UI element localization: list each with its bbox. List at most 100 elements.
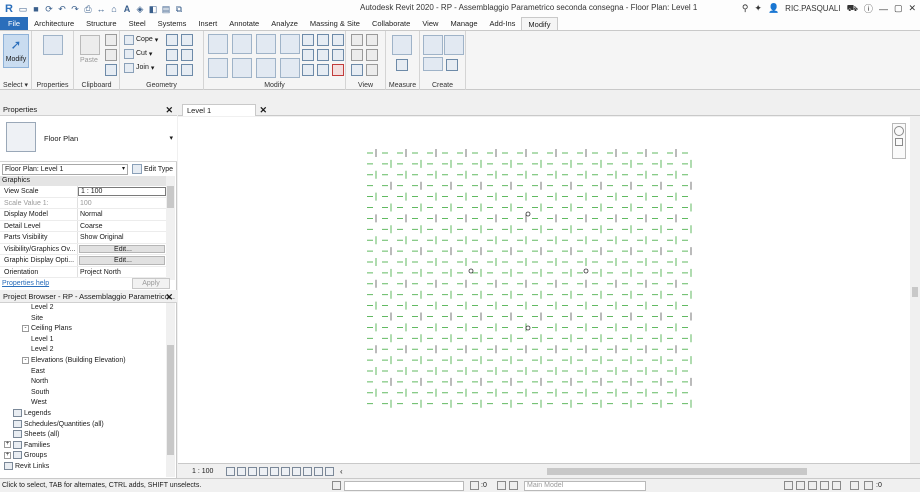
close-icon[interactable]: ✕ (165, 291, 173, 303)
revit-app-icon[interactable]: R (3, 3, 15, 15)
tree-node[interactable]: West (0, 398, 166, 409)
sync-icon[interactable]: ⟳ (44, 4, 54, 14)
section-icon[interactable]: ◧ (148, 4, 158, 14)
trim-multiple-icon[interactable] (317, 64, 329, 76)
visual-style-icon[interactable] (237, 466, 246, 476)
paste-icon[interactable] (80, 35, 100, 55)
select-by-face-icon[interactable] (820, 481, 829, 490)
demolish-icon[interactable] (166, 49, 178, 61)
tree-node[interactable]: - Ceiling Plans (0, 324, 166, 335)
visibility-graphics-edit-button[interactable]: Edit... (79, 244, 165, 253)
plan-marker[interactable] (525, 211, 531, 217)
tree-node[interactable]: Level 2 (0, 345, 166, 356)
graphic-display-edit-button[interactable]: Edit... (79, 256, 165, 265)
split-element-icon[interactable] (302, 34, 314, 46)
project-browser-scrollbar[interactable] (166, 303, 175, 477)
copy-icon[interactable] (232, 58, 252, 78)
sun-path-icon[interactable] (248, 466, 257, 476)
redo-icon[interactable]: ↷ (70, 4, 80, 14)
copy-clipboard-icon[interactable] (105, 49, 117, 61)
tree-node[interactable]: + Families (0, 440, 166, 452)
view-tab-level-1[interactable]: Level 1 ✕ (182, 104, 267, 116)
plan-marker[interactable] (468, 268, 474, 274)
mirror-axis-icon[interactable] (256, 34, 276, 54)
category-graphics[interactable]: Graphics (0, 176, 166, 186)
override-icon[interactable] (366, 34, 378, 46)
tab-file[interactable]: File (0, 17, 29, 30)
mirror-draw-icon[interactable] (280, 34, 300, 54)
design-options-icon[interactable] (497, 481, 506, 490)
minimize-icon[interactable]: — (879, 4, 888, 14)
analytical-model-icon[interactable] (325, 466, 334, 476)
offset-icon[interactable] (232, 34, 252, 54)
reveal-hidden-icon[interactable] (303, 466, 312, 476)
background-processes-icon[interactable] (850, 481, 859, 490)
show-crop-icon[interactable] (281, 466, 290, 476)
temporary-hide-icon[interactable] (292, 466, 301, 476)
undo-icon[interactable]: ↶ (57, 4, 67, 14)
type-selector[interactable]: Floor Plan ▾ (0, 116, 177, 162)
select-pinned-icon[interactable] (808, 481, 817, 490)
reveal-icon[interactable] (366, 64, 378, 76)
detail-level-icon[interactable] (226, 466, 235, 476)
tab-modify[interactable]: Modify (521, 17, 558, 30)
create-group-icon[interactable] (423, 57, 443, 71)
text-icon[interactable]: A (122, 4, 132, 14)
cut-clipboard-icon[interactable] (105, 34, 117, 46)
user-icon[interactable]: 👤 (768, 3, 779, 14)
tab-insert[interactable]: Insert (192, 17, 223, 30)
exclude-options-icon[interactable] (509, 481, 518, 490)
property-row-visibility-graphics[interactable]: Visibility/Graphics Ov... Edit... (0, 243, 166, 255)
linework-icon[interactable] (351, 49, 363, 61)
tree-node[interactable]: North (0, 377, 166, 388)
view-scale[interactable]: 1 : 100 (192, 468, 226, 475)
close-icon[interactable]: ✕ (259, 105, 267, 116)
instance-selector[interactable]: Floor Plan: Level 1 ▾ (2, 163, 128, 175)
property-row-graphic-display[interactable]: Graphic Display Opti... Edit... (0, 255, 166, 267)
open-icon[interactable]: ▭ (18, 4, 28, 14)
tab-steel[interactable]: Steel (123, 17, 152, 30)
hide-icon[interactable] (351, 34, 363, 46)
shadows-icon[interactable] (259, 466, 268, 476)
scroll-left-icon[interactable]: ‹ (340, 467, 343, 476)
drawing-canvas[interactable] (178, 117, 910, 463)
editing-requests-icon[interactable] (470, 481, 479, 490)
unpin-icon[interactable] (332, 49, 344, 61)
worksharing-icon[interactable] (314, 466, 323, 476)
print-icon[interactable]: ⎙ (83, 4, 93, 14)
tab-collaborate[interactable]: Collaborate (366, 17, 416, 30)
tree-node[interactable]: Site (0, 314, 166, 325)
tab-massing-site[interactable]: Massing & Site (304, 17, 366, 30)
unjoin-icon[interactable] (166, 64, 178, 76)
tree-node[interactable]: Legends (0, 409, 166, 420)
tab-annotate[interactable]: Annotate (223, 17, 265, 30)
filter-icon[interactable] (864, 481, 873, 490)
expand-icon[interactable]: + (4, 451, 11, 459)
maximize-icon[interactable]: ▢ (894, 3, 903, 14)
array-icon[interactable] (332, 34, 344, 46)
workset-selector[interactable] (344, 481, 464, 491)
autodesk-app-store-icon[interactable]: ⛟ (847, 3, 858, 15)
binoculars-icon[interactable]: ⚲ (742, 3, 749, 14)
view-scale-input[interactable]: 1 : 100 (78, 187, 166, 196)
tab-add-ins[interactable]: Add-Ins (484, 17, 522, 30)
design-option-selector[interactable]: Main Model (524, 481, 646, 491)
tab-structure[interactable]: Structure (80, 17, 122, 30)
tab-systems[interactable]: Systems (152, 17, 193, 30)
tree-node[interactable]: Level 2 (0, 303, 166, 314)
property-row-detail-level[interactable]: Detail Level Coarse (0, 220, 166, 232)
type-properties-icon[interactable] (43, 35, 63, 55)
join-button[interactable]: Join ▾ (124, 62, 154, 73)
chevron-down-icon[interactable]: ▾ (169, 134, 173, 142)
expand-icon[interactable]: + (4, 441, 11, 449)
property-row-orientation[interactable]: Orientation Project North (0, 266, 166, 278)
vertical-scrollbar[interactable] (910, 117, 920, 463)
collapse-icon[interactable]: - (22, 324, 29, 332)
tree-node[interactable]: East (0, 367, 166, 378)
wall-joins-icon[interactable] (181, 49, 193, 61)
tree-node[interactable]: Revit Links (0, 462, 166, 473)
scale-icon[interactable] (302, 49, 314, 61)
tree-node[interactable]: Schedules/Quantities (all) (0, 419, 166, 431)
match-type-icon[interactable] (105, 64, 117, 76)
tab-architecture[interactable]: Architecture (28, 17, 80, 30)
